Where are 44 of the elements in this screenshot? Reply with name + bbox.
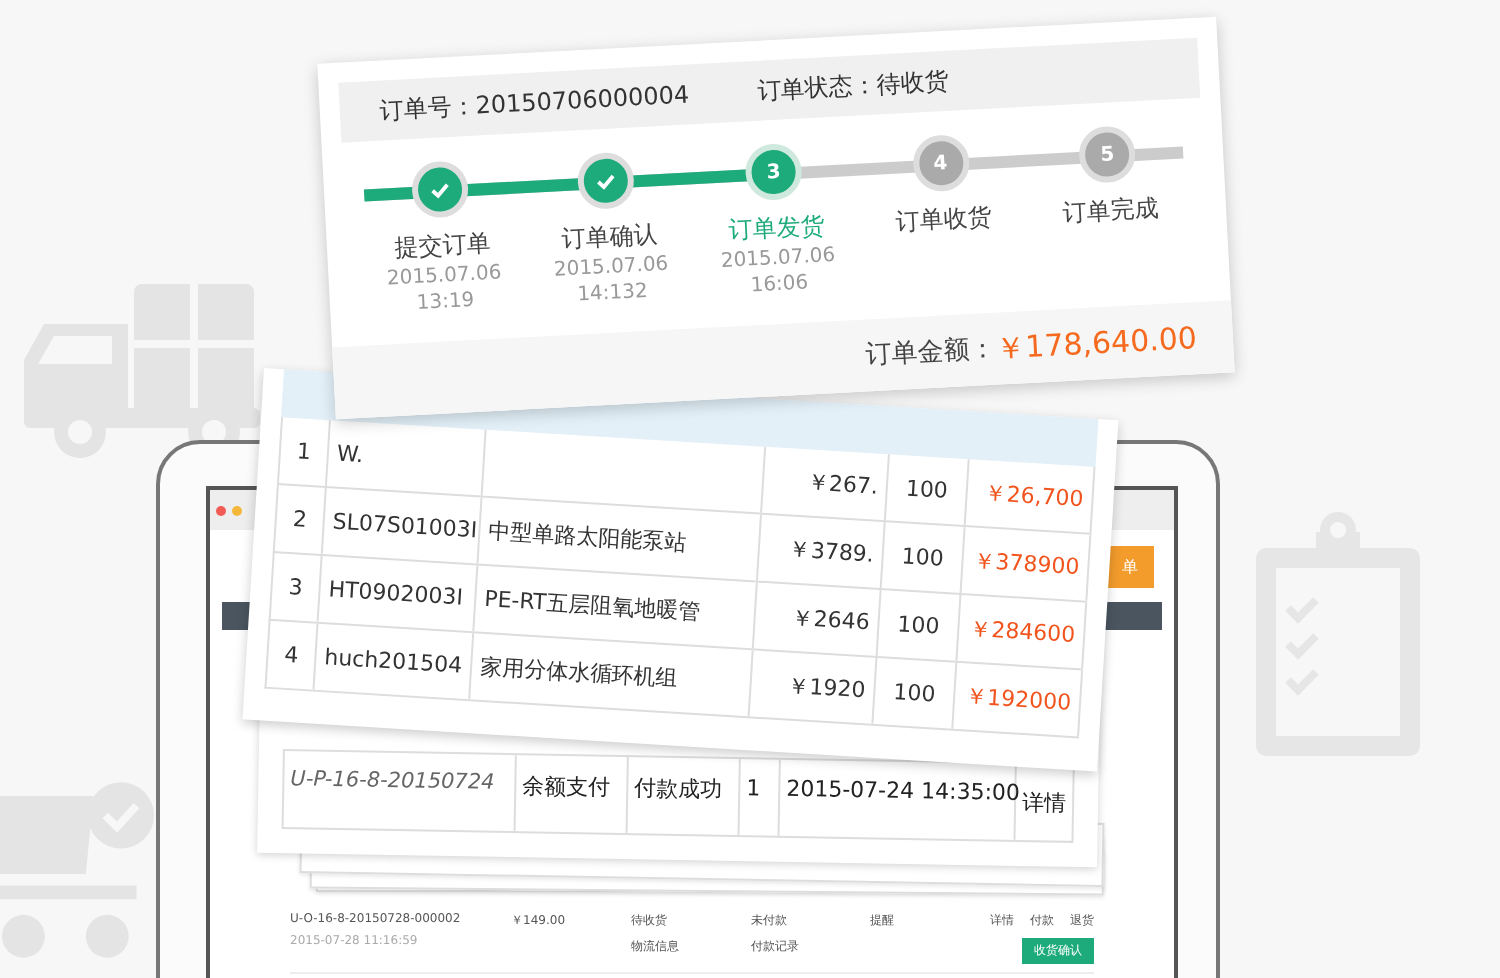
table-cell: 3 <box>270 553 323 622</box>
step-date: 2015.07.06 <box>553 251 669 282</box>
step-time: 14:132 <box>576 278 649 309</box>
step-number: 5 <box>1078 125 1137 184</box>
table-cell: ￥284600 <box>957 595 1088 669</box>
table-cell: 4 <box>266 620 319 690</box>
close-icon[interactable] <box>216 505 226 515</box>
table-cell: 余额支付 <box>515 755 629 834</box>
step-number: 4 <box>911 133 970 193</box>
table-cell: ￥3789. <box>757 514 886 589</box>
table-cell: ￥267. <box>762 446 890 521</box>
step-date: 2015.07.06 <box>720 242 836 273</box>
table-cell: 1 <box>739 759 781 836</box>
table-cell: ￥192000 <box>953 662 1084 737</box>
table-cell: 100 <box>881 522 966 593</box>
table-cell: ￥26,700 <box>965 459 1096 533</box>
table-cell: 付款成功 <box>627 757 741 836</box>
table-cell: 100 <box>885 454 970 526</box>
table-cell: U-P-16-8-20150724 <box>283 751 517 832</box>
table-cell: ￥378900 <box>961 527 1092 601</box>
table-cell: 1 <box>279 417 331 487</box>
minimize-icon[interactable] <box>232 505 242 515</box>
step-label: 订单确认 <box>560 218 659 255</box>
table-cell: 100 <box>873 658 958 729</box>
table-cell: huch201504 <box>314 623 475 700</box>
table-cell: ￥2646 <box>753 582 882 656</box>
order-status: 订单状态：待收货 <box>756 63 950 108</box>
step-label: 提交订单 <box>393 227 492 263</box>
step-time: 16:06 <box>750 270 809 300</box>
step-label: 订单发货 <box>727 209 826 246</box>
table-cell: ￥1920 <box>749 650 878 724</box>
table-cell: 2 <box>274 485 327 554</box>
step-label: 订单完成 <box>1061 192 1160 231</box>
table-cell: W. <box>326 420 487 496</box>
step-label: 订单收货 <box>894 200 993 240</box>
step-date: 2015.07.06 <box>386 260 503 291</box>
table-cell: HT0902003I <box>318 555 479 632</box>
order-number: 订单号：20150706000004 <box>378 77 691 128</box>
step-number: 3 <box>744 142 803 202</box>
total-amount: ￥178,640.00 <box>994 319 1198 368</box>
total-label: 订单金额： <box>864 332 997 374</box>
step-time: 13:19 <box>416 287 475 317</box>
table-cell: 100 <box>877 590 962 661</box>
table-cell: SL07S01003I <box>322 488 483 564</box>
